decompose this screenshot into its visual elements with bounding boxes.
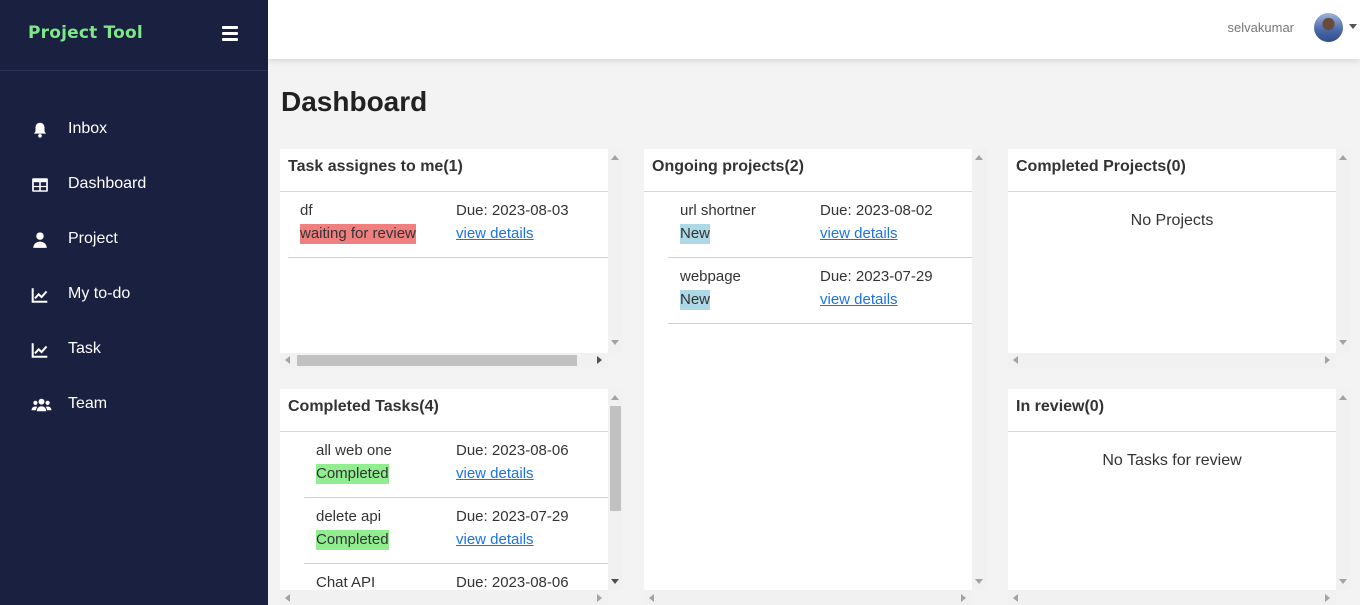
- card-title: In review(0): [1008, 389, 1336, 432]
- scrollbar-horizontal[interactable]: [280, 353, 608, 368]
- menu-toggle-icon[interactable]: [222, 26, 238, 41]
- sidebar: Project Tool Inbox Dashboard Project My …: [0, 0, 268, 605]
- item-name: df: [300, 202, 313, 219]
- completed-tasks-card: Completed Tasks(4) all web one Due: 2023…: [280, 389, 608, 605]
- sidebar-item-label: My to-do: [68, 285, 131, 302]
- card-title: Ongoing projects(2): [644, 149, 972, 192]
- users-icon: [31, 398, 52, 412]
- list-item: delete api Due: 2023-07-29 Completed vie…: [304, 498, 608, 564]
- scrollbar-horizontal[interactable]: [1008, 590, 1336, 605]
- task-list: df Due: 2023-08-03 waiting for review vi…: [288, 192, 608, 258]
- sidebar-item-label: Project: [68, 230, 118, 247]
- scrollbar-horizontal[interactable]: [644, 590, 972, 605]
- sidebar-item-my-todo[interactable]: My to-do: [0, 267, 268, 322]
- in-review-card: In review(0) No Tasks for review: [1008, 389, 1336, 605]
- bell-icon: [33, 122, 47, 138]
- view-details-link[interactable]: view details: [820, 290, 898, 310]
- list-item: url shortner Due: 2023-08-02 New view de…: [668, 192, 972, 258]
- item-due: Due: 2023-08-06: [456, 574, 569, 591]
- page-title: Dashboard: [281, 86, 428, 117]
- view-details-link[interactable]: view details: [456, 224, 534, 244]
- item-due: Due: 2023-08-03: [456, 202, 569, 219]
- item-due: Due: 2023-08-06: [456, 442, 569, 459]
- card-title: Completed Projects(0): [1008, 149, 1336, 192]
- item-name: Chat API: [316, 574, 376, 591]
- sidebar-item-label: Inbox: [68, 120, 108, 137]
- sidebar-item-dashboard[interactable]: Dashboard: [0, 157, 268, 212]
- empty-message: No Tasks for review: [1102, 452, 1242, 469]
- scrollbar-vertical[interactable]: [1336, 389, 1351, 590]
- item-name: webpage: [680, 268, 741, 285]
- top-bar: selvakumar: [268, 0, 1360, 59]
- scrollbar-horizontal[interactable]: [1008, 353, 1336, 368]
- view-details-link[interactable]: view details: [456, 464, 534, 484]
- card-title: Completed Tasks(4): [280, 389, 608, 432]
- project-list: url shortner Due: 2023-08-02 New view de…: [668, 192, 972, 324]
- status-badge: Completed: [316, 464, 389, 484]
- item-due: Due: 2023-07-29: [820, 268, 933, 285]
- task-assigned-card: Task assignes to me(1) df Due: 2023-08-0…: [280, 149, 608, 368]
- caret-down-icon[interactable]: [1349, 24, 1357, 29]
- scrollbar-vertical[interactable]: [972, 149, 987, 590]
- empty-message: No Projects: [1130, 212, 1214, 229]
- brand-logo[interactable]: Project Tool: [28, 23, 143, 43]
- status-badge: waiting for review: [300, 224, 416, 244]
- chart-line-icon: [31, 288, 48, 303]
- status-badge: New: [680, 224, 711, 244]
- sidebar-item-task[interactable]: Task: [0, 322, 268, 377]
- view-details-link[interactable]: view details: [820, 224, 898, 244]
- completed-projects-card: Completed Projects(0) No Projects: [1008, 149, 1336, 368]
- avatar[interactable]: [1314, 13, 1343, 42]
- sidebar-item-project[interactable]: Project: [0, 212, 268, 267]
- item-due: Due: 2023-08-02: [820, 202, 933, 219]
- scrollbar-vertical[interactable]: [1336, 149, 1351, 353]
- scrollbar-vertical[interactable]: [608, 149, 623, 353]
- card-title: Task assignes to me(1): [280, 149, 608, 192]
- table-icon: [32, 178, 48, 192]
- item-name: delete api: [316, 508, 382, 525]
- status-badge: New: [680, 290, 711, 310]
- item-name: url shortner: [680, 202, 756, 219]
- scrollbar-horizontal[interactable]: [280, 590, 608, 605]
- chart-line-icon: [31, 343, 48, 358]
- sidebar-item-team[interactable]: Team: [0, 377, 268, 432]
- scrollbar-vertical[interactable]: [608, 389, 623, 590]
- list-item: all web one Due: 2023-08-06 Completed vi…: [304, 432, 608, 498]
- user-icon: [33, 232, 47, 248]
- task-list: all web one Due: 2023-08-06 Completed vi…: [304, 432, 608, 605]
- status-badge: Completed: [316, 530, 389, 550]
- sidebar-nav: Inbox Dashboard Project My to-do Task Te…: [0, 102, 268, 432]
- sidebar-item-label: Team: [68, 395, 108, 412]
- sidebar-item-label: Dashboard: [68, 175, 147, 192]
- item-name: all web one: [316, 442, 392, 459]
- sidebar-item-inbox[interactable]: Inbox: [0, 102, 268, 157]
- sidebar-item-label: Task: [68, 340, 101, 357]
- username-label[interactable]: selvakumar: [1228, 20, 1294, 35]
- sidebar-brand-row: Project Tool: [0, 0, 268, 71]
- item-due: Due: 2023-07-29: [456, 508, 569, 525]
- list-item: df Due: 2023-08-03 waiting for review vi…: [288, 192, 608, 258]
- view-details-link[interactable]: view details: [456, 530, 534, 550]
- ongoing-projects-card: Ongoing projects(2) url shortner Due: 20…: [644, 149, 972, 605]
- list-item: webpage Due: 2023-07-29 New view details: [668, 258, 972, 324]
